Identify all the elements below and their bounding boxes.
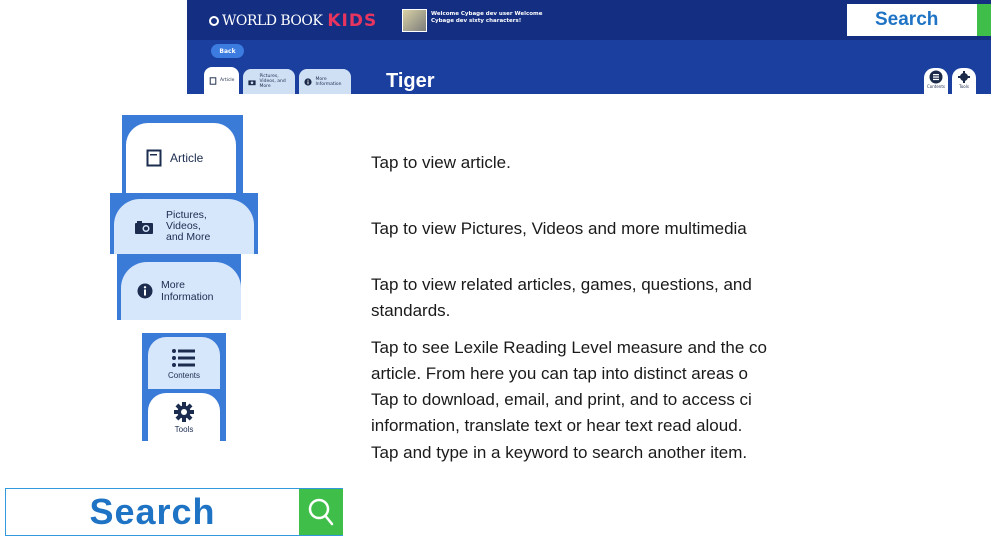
pictures-tile: Pictures, Videos, and More: [110, 193, 258, 254]
contents-description-line-2: article. From here you can tap into dist…: [371, 364, 749, 383]
user-avatar: [402, 9, 427, 32]
contents-tab-graphic: Contents: [148, 337, 220, 389]
welcome-message: Welcome Cybage dev user Welcome Cybage d…: [431, 11, 542, 25]
article-tab-graphic: Article: [126, 123, 236, 193]
tab-more-information[interactable]: More Information: [299, 69, 352, 94]
pictures-tab-graphic: Pictures, Videos, and More: [114, 199, 254, 254]
tab-more-information-label: More Information: [315, 76, 342, 87]
app-header-screenshot: WORLD BOOK KIDS Welcome Cybage dev user …: [187, 0, 991, 94]
tools-description-line-2: information, translate text or hear text…: [371, 416, 743, 435]
globe-icon: [209, 16, 219, 26]
more-information-label-line-2: Information: [161, 291, 214, 303]
tab-article-label: Article: [220, 78, 235, 83]
info-icon: [304, 77, 313, 86]
header-search-label: Search: [875, 9, 939, 30]
header-tab-bar: Article Pictures, Videos, and More More …: [204, 64, 352, 94]
tools-tile-label: Tools: [174, 424, 194, 434]
contents-tile: Contents: [142, 333, 226, 389]
header-top-bar: WORLD BOOK KIDS Welcome Cybage dev user …: [187, 0, 991, 40]
article-tile-label: Article: [170, 151, 204, 165]
info-icon: [137, 283, 153, 299]
article-icon: [209, 76, 217, 85]
more-information-description: Tap to view related articles, games, que…: [371, 272, 752, 324]
contents-description: Tap to see Lexile Reading Level measure …: [371, 335, 767, 387]
more-information-label-line-1: More: [161, 279, 185, 291]
tools-tile: Tools: [142, 389, 226, 441]
contents-tile-label: Contents: [167, 370, 201, 380]
article-tile: Article: [122, 115, 243, 193]
gear-icon: [174, 401, 194, 422]
welcome-line-2: Cybage dev sixty characters!: [431, 18, 522, 24]
article-description: Tap to view article.: [371, 153, 511, 172]
page-title: Tiger: [386, 70, 435, 92]
tab-pictures-label: Pictures, Videos, and More: [259, 74, 286, 89]
back-button[interactable]: Back: [211, 44, 244, 58]
more-information-description-line-1: Tap to view related articles, games, que…: [371, 275, 752, 294]
header-search-bar[interactable]: Search: [847, 4, 991, 36]
more-information-tab-graphic: More Information: [121, 262, 241, 320]
contents-label: Contents: [927, 84, 945, 89]
header-search-button[interactable]: [977, 4, 991, 36]
search-bar-graphic: Search: [5, 488, 343, 536]
search-label: Search: [89, 491, 216, 532]
search-button-graphic: [299, 489, 343, 535]
search-description: Tap and type in a keyword to search anot…: [371, 443, 748, 462]
list-icon: [172, 348, 195, 367]
welcome-line-1: Welcome Cybage dev user Welcome: [431, 11, 543, 17]
article-icon: [146, 149, 162, 167]
more-information-tile-label: More Information: [161, 279, 214, 303]
camera-icon: [248, 79, 257, 85]
pictures-label-line-3: and More: [166, 231, 211, 243]
tab-pictures[interactable]: Pictures, Videos, and More: [243, 69, 296, 94]
tab-article[interactable]: Article: [204, 67, 240, 94]
search-icon: [308, 498, 334, 526]
contents-description-line-1: Tap to see Lexile Reading Level measure …: [371, 338, 767, 357]
tools-description: Tap to download, email, and print, and t…: [371, 387, 752, 439]
tools-description-line-1: Tap to download, email, and print, and t…: [371, 390, 752, 409]
pictures-tile-label: Pictures, Videos, and More: [166, 210, 210, 243]
list-icon: [929, 70, 943, 84]
camera-icon: [135, 220, 153, 234]
more-information-tile: More Information: [117, 254, 241, 320]
tools-tab-graphic: Tools: [148, 393, 220, 441]
logo-kids-text: KIDS: [327, 11, 378, 31]
more-information-description-line-2: standards.: [371, 301, 451, 320]
logo-world-text: WORLD BOOK: [222, 13, 323, 29]
contents-button[interactable]: Contents: [924, 68, 948, 94]
pictures-description: Tap to view Pictures, Videos and more mu…: [371, 219, 747, 238]
tools-label: Tools: [959, 84, 969, 89]
gear-icon: [958, 71, 970, 83]
world-book-kids-logo[interactable]: WORLD BOOK KIDS: [209, 9, 377, 33]
tools-button[interactable]: Tools: [952, 68, 976, 94]
